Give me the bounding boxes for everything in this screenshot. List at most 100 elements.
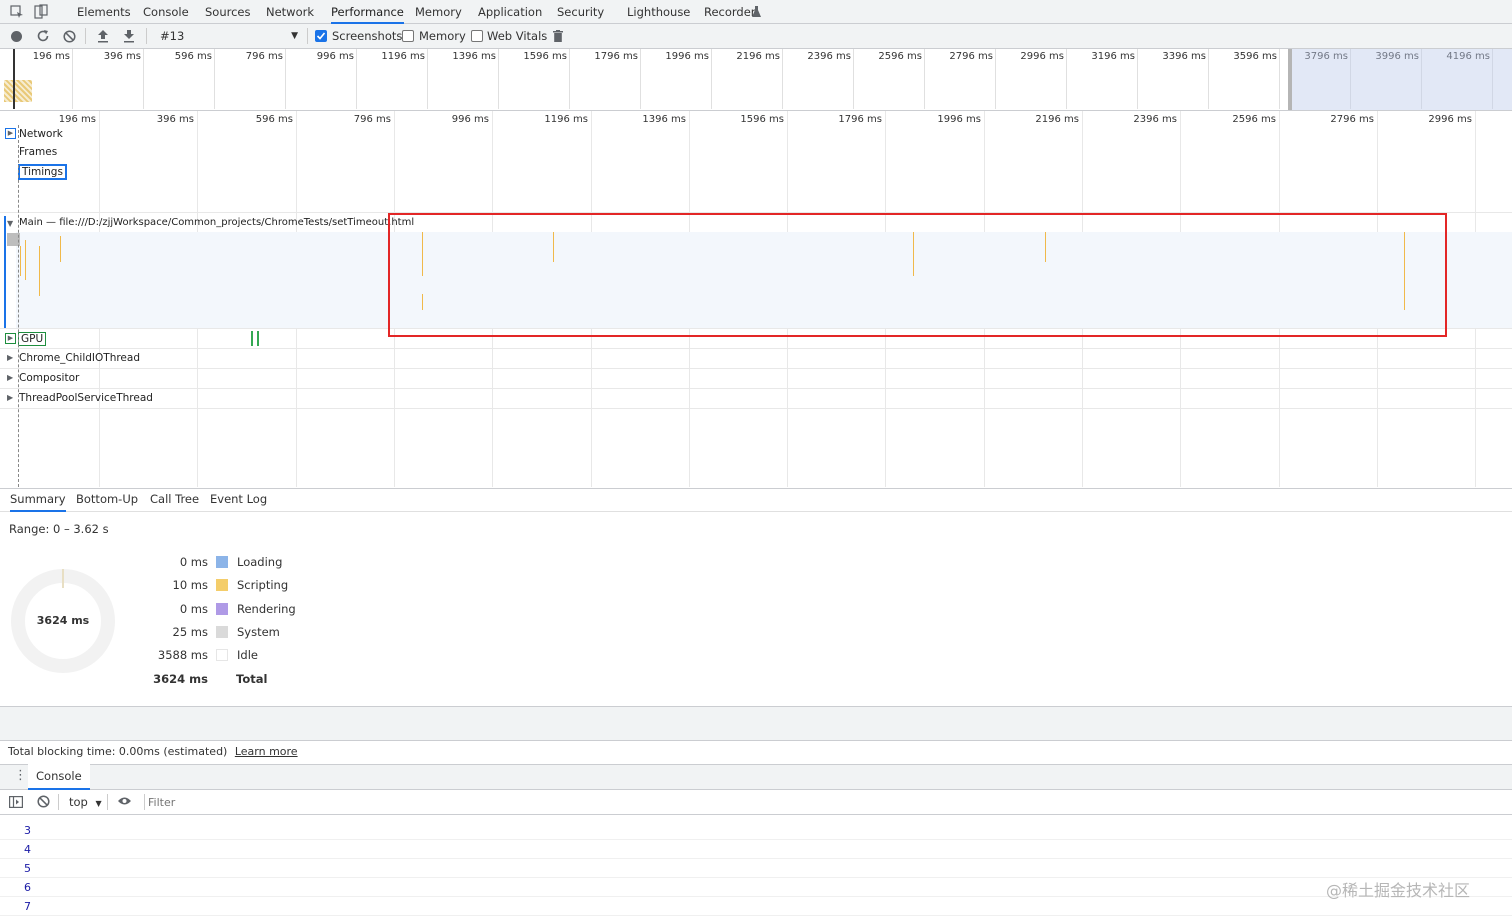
expand-icon[interactable]: ▶: [7, 353, 13, 362]
memory-checkbox[interactable]: [402, 30, 414, 42]
timeline-ruler-label: 2796 ms: [1330, 114, 1374, 125]
tab-console[interactable]: Console: [143, 0, 189, 24]
details-tab-event-log[interactable]: Event Log: [210, 488, 267, 512]
timeline-ruler-label: 2396 ms: [1133, 114, 1177, 125]
task-tick[interactable]: [20, 246, 21, 276]
expand-icon[interactable]: ▶: [7, 373, 13, 382]
track-main-label[interactable]: Main — file:///D:/zjjWorkspace/Common_pr…: [19, 217, 414, 228]
timeline-ruler-label: 1996 ms: [937, 114, 981, 125]
legend-label: Rendering: [237, 602, 296, 616]
tab-recorder[interactable]: Recorder: [704, 0, 756, 24]
console-drawer-tab[interactable]: Console: [28, 764, 90, 790]
overview-tick-label: 596 ms: [174, 51, 212, 62]
console-log-line: 3: [0, 821, 1512, 840]
context-select-value: top: [69, 795, 88, 809]
timeline-ruler-label: 1596 ms: [740, 114, 784, 125]
reload-record-icon[interactable]: [36, 29, 50, 46]
overview-tick-label: 1396 ms: [452, 51, 496, 62]
overview-tick-label: 196 ms: [32, 51, 70, 62]
inspect-element-icon[interactable]: [10, 5, 24, 19]
task-tick[interactable]: [39, 246, 40, 296]
timeline-ruler-label: 996 ms: [451, 114, 489, 125]
track-separator: [0, 368, 1512, 369]
record-icon[interactable]: [11, 31, 22, 42]
tab-memory[interactable]: Memory: [415, 0, 462, 24]
clear-icon[interactable]: [63, 30, 76, 46]
legend-swatch: [216, 579, 228, 591]
legend-swatch: [216, 556, 228, 568]
timeline-ruler-label: 796 ms: [353, 114, 391, 125]
web-vitals-checkbox[interactable]: [471, 30, 483, 42]
expand-network-icon[interactable]: ▶: [5, 128, 16, 139]
timeline-ruler-label: 396 ms: [156, 114, 194, 125]
chevron-down-icon: ▼: [291, 31, 298, 41]
legend-label: Idle: [237, 648, 258, 662]
clear-console-icon[interactable]: [37, 795, 50, 811]
tab-application[interactable]: Application: [478, 0, 542, 24]
summary-total-center: 3624 ms: [36, 614, 90, 627]
tab-performance[interactable]: Performance: [331, 0, 404, 24]
overview-selection-window[interactable]: [1288, 49, 1512, 110]
recording-select-value: #13: [160, 29, 185, 43]
upload-icon[interactable]: [97, 29, 109, 46]
overview-tick-label: 1596 ms: [523, 51, 567, 62]
trash-icon[interactable]: [553, 30, 563, 45]
details-tab-call-tree[interactable]: Call Tree: [150, 488, 199, 512]
toolbar-divider: [144, 794, 145, 810]
learn-more-link[interactable]: Learn more: [235, 745, 298, 758]
toolbar-divider: [107, 794, 108, 810]
context-select[interactable]: top ▼: [69, 795, 102, 809]
screenshots-checkbox[interactable]: [315, 30, 327, 42]
legend-value: 25 ms: [172, 625, 208, 639]
overview-tick-label: 3396 ms: [1162, 51, 1206, 62]
legend-swatch: [216, 603, 228, 615]
expand-gpu-icon[interactable]: ▶: [5, 333, 16, 344]
legend-label: Loading: [237, 555, 283, 569]
track-compositor-label[interactable]: Compositor: [19, 372, 79, 384]
console-log-line: 4: [0, 840, 1512, 859]
device-toolbar-icon[interactable]: [34, 4, 48, 20]
tab-elements[interactable]: Elements: [77, 0, 131, 24]
legend-value: 10 ms: [172, 578, 208, 592]
task-tick[interactable]: [25, 240, 26, 280]
overview-tick-label: 1796 ms: [594, 51, 638, 62]
toolbar-divider: [58, 794, 59, 810]
overview-tick-label: 396 ms: [103, 51, 141, 62]
gpu-task-tick[interactable]: [257, 331, 259, 346]
web-vitals-label: Web Vitals: [487, 29, 548, 43]
overview-tick-label: 1196 ms: [381, 51, 425, 62]
track-threadpool-label[interactable]: ThreadPoolServiceThread: [19, 392, 153, 404]
overview-tick-label: 2596 ms: [878, 51, 922, 62]
total-blocking-time-text: Total blocking time: 0.00ms (estimated): [8, 745, 228, 758]
tab-security[interactable]: Security: [557, 0, 604, 24]
more-options-icon[interactable]: ⋮: [14, 768, 27, 783]
track-network-label[interactable]: Network: [19, 128, 63, 140]
details-tab-summary[interactable]: Summary: [10, 488, 66, 512]
screenshots-label: Screenshots: [332, 29, 403, 43]
sidebar-toggle-icon[interactable]: [9, 796, 24, 811]
timeline-ruler-label: 2596 ms: [1232, 114, 1276, 125]
track-separator: [0, 348, 1512, 349]
download-icon[interactable]: [123, 29, 135, 46]
tab-lighthouse[interactable]: Lighthouse: [627, 0, 690, 24]
console-filter-input[interactable]: [148, 794, 1508, 811]
gpu-task-tick[interactable]: [251, 331, 253, 346]
track-timings-label[interactable]: Timings: [18, 164, 67, 180]
track-frames-label[interactable]: Frames: [19, 146, 57, 158]
tab-network[interactable]: Network: [266, 0, 314, 24]
tab-sources[interactable]: Sources: [205, 0, 251, 24]
timeline-ruler-label: 196 ms: [58, 114, 96, 125]
summary-range: Range: 0 – 3.62 s: [9, 522, 109, 536]
task-tick[interactable]: [60, 236, 61, 262]
overview-cpu-activity: [4, 80, 32, 102]
chevron-down-icon[interactable]: ▼: [7, 219, 13, 228]
details-tab-bottom-up[interactable]: Bottom-Up: [76, 488, 138, 512]
live-expression-eye-icon[interactable]: [117, 796, 132, 809]
timeline-ruler-label: 1196 ms: [544, 114, 588, 125]
track-childio-label[interactable]: Chrome_ChildIOThread: [19, 352, 140, 364]
expand-icon[interactable]: ▶: [7, 393, 13, 402]
overview-tick-label: 2396 ms: [807, 51, 851, 62]
total-blocking-time: Total blocking time: 0.00ms (estimated) …: [0, 740, 1512, 764]
recording-select[interactable]: #13 ▼: [152, 24, 302, 49]
track-gpu-label[interactable]: GPU: [18, 332, 47, 346]
